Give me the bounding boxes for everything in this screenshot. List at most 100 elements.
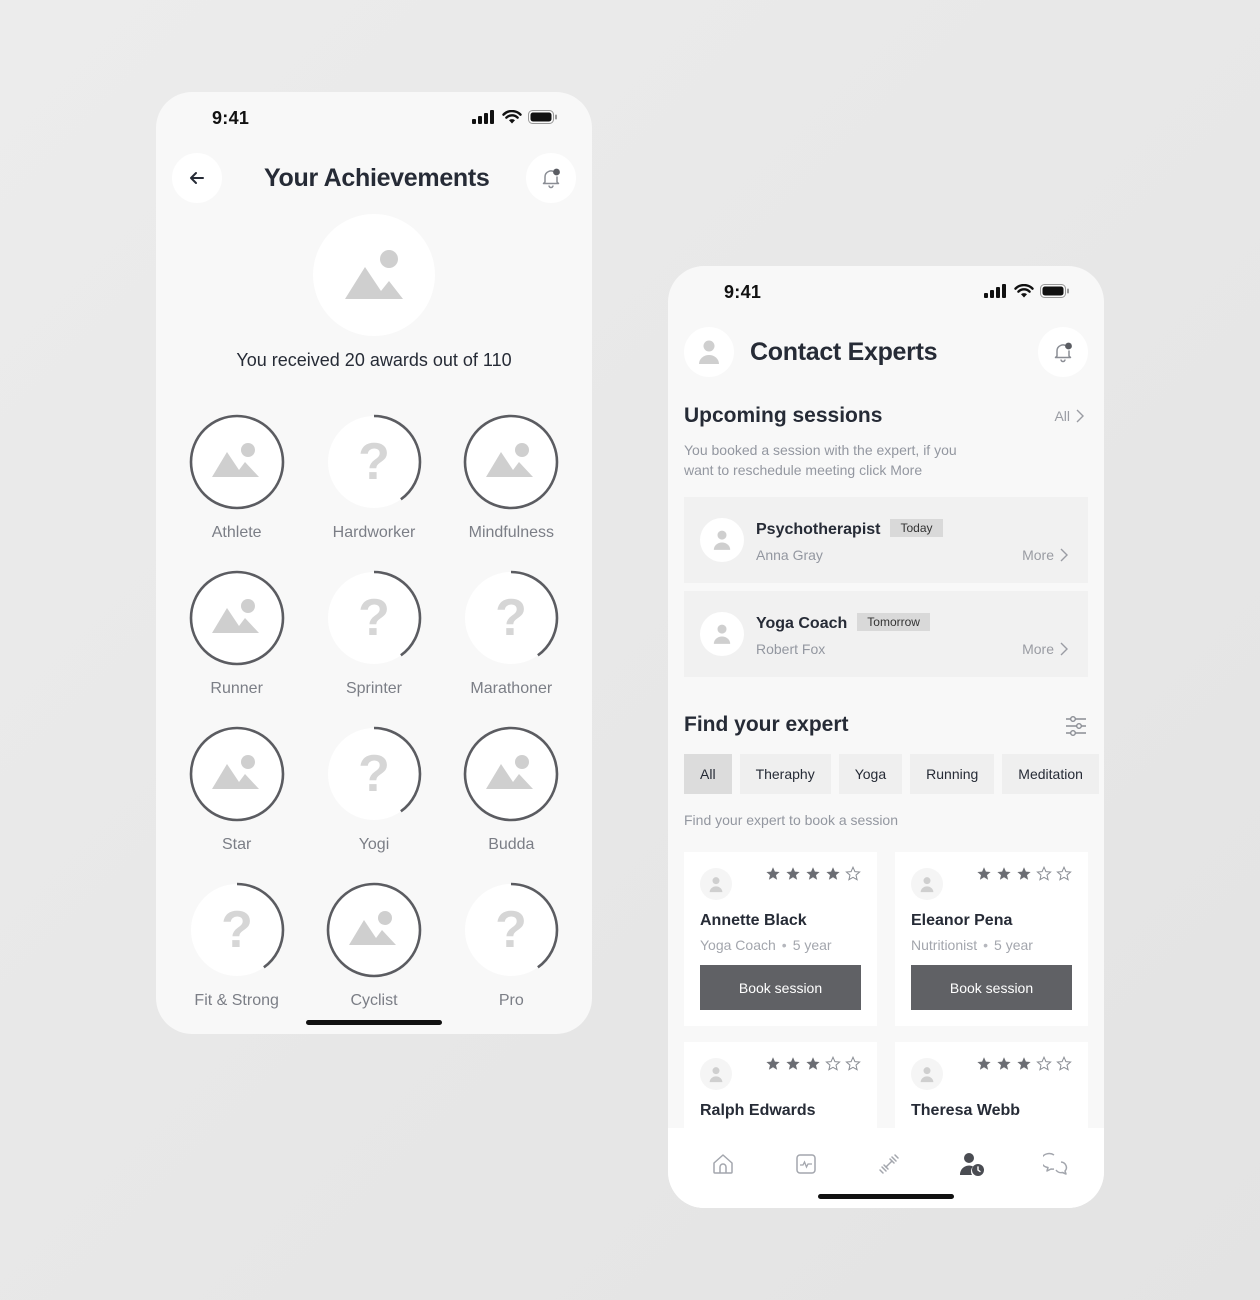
star-filled-icon [786,867,800,880]
chevron-right-icon [1060,642,1068,656]
notification-button[interactable] [526,153,576,203]
battery-icon [528,110,557,124]
tab-experts[interactable] [958,1150,986,1178]
badge-locked: ? [324,412,424,512]
session-expert-name: Anna Gray [756,547,823,563]
badge-label: Fit & Strong [194,992,279,1009]
home-indicator [306,1020,442,1025]
user-avatar-icon [709,1066,723,1082]
badge-label: Budda [488,836,535,853]
badge-locked: ? [461,880,561,980]
category-chip[interactable]: All [684,754,732,794]
star-filled-icon [806,867,820,880]
badge-item[interactable]: ? Sprinter [305,568,442,700]
expert-specialty: Nutritionist [911,937,978,953]
badge-progress-ring: ? [464,570,559,666]
badge-locked: ? [187,880,287,980]
category-chip[interactable]: Meditation [1002,754,1099,794]
tab-workout[interactable] [875,1150,903,1178]
all-sessions-link[interactable]: All [1054,408,1084,424]
user-avatar-icon [713,624,731,644]
badge-earned [324,880,424,980]
badge-item[interactable]: ? Marathoner [443,568,580,700]
notification-button[interactable] [1038,327,1088,377]
home-indicator [818,1194,954,1199]
status-bar: 9:41 [668,266,1104,316]
badge-label: Pro [498,992,524,1009]
badge-item[interactable]: Cyclist [305,880,442,1012]
arrow-left-icon [190,172,204,184]
achievements-screen: 9:41 Your Achievements You received 20 a… [156,92,592,1034]
badge-progress-ring: ? [326,570,422,666]
tab-activity[interactable] [792,1150,820,1178]
badge-earned [461,724,561,824]
back-button[interactable] [172,153,222,203]
badge-locked: ? [461,568,561,668]
category-chip[interactable]: Running [910,754,995,794]
badge-item[interactable]: Runner [168,568,305,700]
user-avatar-icon [709,876,723,892]
badge-item[interactable]: ? Yogi [305,724,442,856]
session-more-link[interactable]: More [1022,547,1068,563]
category-chip[interactable]: Yoga [838,754,903,794]
question-mark-icon: ? [221,901,253,959]
badge-item[interactable]: Athlete [168,412,305,544]
session-more-link[interactable]: More [1022,641,1068,657]
badge-label: Yogi [358,836,390,853]
bell-icon [1054,342,1072,363]
star-filled-icon [786,1057,800,1070]
separator-dot: • [781,937,787,953]
badge-earned [187,412,287,512]
badge-item[interactable]: Star [168,724,305,856]
badge-progress-ring: ? [326,414,422,510]
badge-item[interactable]: ? Pro [443,880,580,1012]
signal-icon [984,284,1006,298]
badges-grid: Athlete? Hardworker Mindfulness Runner? Spri… [168,412,580,1012]
dumbbell-icon [879,1154,899,1174]
badge-item[interactable]: Mindfulness [443,412,580,544]
badge-label: Hardworker [332,524,416,541]
bottom-tab-bar [668,1128,1104,1208]
expert-name: Eleanor Pena [911,912,1013,929]
badge-item[interactable]: ? Fit & Strong [168,880,305,1012]
all-link-label: All [1054,408,1070,424]
bell-icon [542,168,560,189]
question-mark-icon: ? [495,589,527,647]
question-mark-icon: ? [495,901,527,959]
badge-progress-ring: ? [189,882,284,978]
book-session-button[interactable]: Book session [700,965,861,1010]
filter-button[interactable] [1064,714,1088,738]
category-chip[interactable]: Theraphy [739,754,831,794]
star-filled-icon [1017,1057,1031,1070]
badge-item[interactable]: Budda [443,724,580,856]
status-time: 9:41 [212,108,250,128]
user-avatar-icon [699,340,719,364]
badge-label: Mindfulness [468,524,554,541]
star-filled-icon [806,1057,820,1070]
wifi-icon [1014,284,1034,298]
book-session-button[interactable]: Book session [911,965,1072,1010]
contact-experts-screen: 9:41 Contact Experts Upcoming sessions A… [668,266,1104,1208]
badge-progress-ring [189,726,284,822]
expert-card[interactable]: Annette Black Yoga Coach • 5 year Book sessi… [684,852,877,1026]
profile-avatar-button[interactable] [684,327,734,377]
session-card[interactable]: Yoga Coach Tomorrow Robert Fox More [684,591,1088,677]
badge-item[interactable]: ? Hardworker [305,412,442,544]
session-role: Yoga Coach [756,615,848,632]
expert-avatar [700,868,732,900]
chevron-right-icon [1060,548,1068,562]
user-avatar-icon [713,530,731,550]
star-filled-icon [997,1057,1011,1070]
star-outline-icon [1056,866,1072,881]
activity-icon [796,1154,816,1174]
badge-earned [187,724,287,824]
expert-card[interactable]: Eleanor Pena Nutritionist • 5 year Book sess… [895,852,1088,1026]
expert-experience: 5 year [994,937,1033,953]
star-filled-icon [766,1057,780,1070]
tab-home[interactable] [709,1150,737,1178]
tab-chat[interactable] [1042,1150,1070,1178]
badge-locked: ? [324,568,424,668]
upcoming-sessions-description: You booked a session with the expert, if… [684,442,957,478]
session-card[interactable]: Psychotherapist Today Anna Gray More [684,497,1088,583]
badge-label: Athlete [211,524,262,541]
